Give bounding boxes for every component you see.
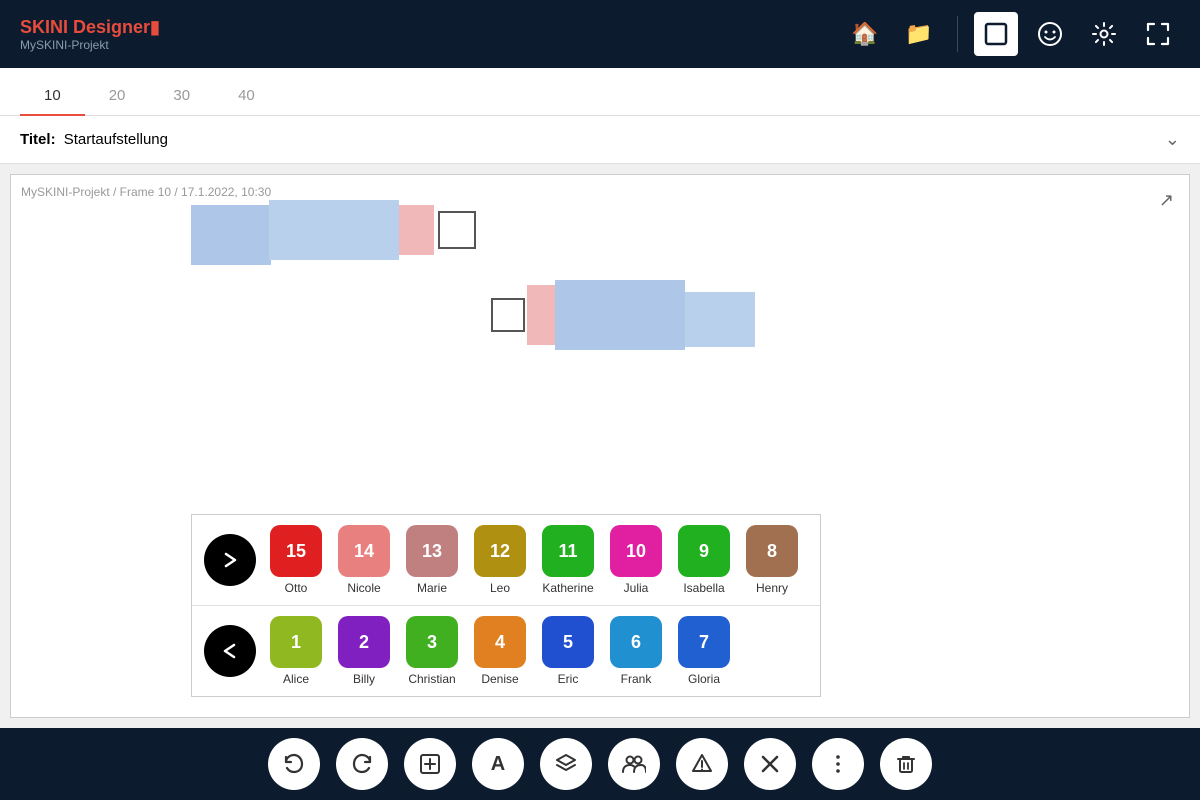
next-page-button[interactable] xyxy=(204,534,256,586)
header-actions: 🏠 📁 xyxy=(843,12,1180,56)
more-button[interactable] xyxy=(812,738,864,790)
player-item-alice[interactable]: 1 Alice xyxy=(266,616,326,686)
shape-blue-xlarge xyxy=(269,200,399,260)
shape-outline-small xyxy=(438,211,476,249)
player-badge: 2 xyxy=(338,616,390,668)
player-panel: 15Otto14Nicole13Marie12Leo11Katherine10J… xyxy=(191,514,821,697)
main-area: MySKINI-Projekt / Frame 10 / 17.1.2022, … xyxy=(0,164,1200,728)
tools-button[interactable] xyxy=(744,738,796,790)
shape-row-1 xyxy=(191,195,476,265)
player-item-henry[interactable]: 8 Henry xyxy=(742,525,802,595)
players-button[interactable] xyxy=(608,738,660,790)
player-item-marie[interactable]: 13 Marie xyxy=(402,525,462,595)
frame-button[interactable] xyxy=(974,12,1018,56)
undo-button[interactable] xyxy=(268,738,320,790)
player-item-denise[interactable]: 4 Denise xyxy=(470,616,530,686)
player-name: Henry xyxy=(756,581,788,595)
player-item-isabella[interactable]: 9 Isabella xyxy=(674,525,734,595)
player-badge: 3 xyxy=(406,616,458,668)
delete-button[interactable] xyxy=(880,738,932,790)
players-list-2: 1 Alice 2 Billy 3 Christian 4 Denise 5 Eric 6 Frank… xyxy=(264,616,736,686)
tab-30[interactable]: 30 xyxy=(149,87,214,116)
shape-blue-large xyxy=(191,205,271,265)
player-badge: 5 xyxy=(542,616,594,668)
player-item-gloria[interactable]: 7 Gloria xyxy=(674,616,734,686)
player-name: Frank xyxy=(621,672,652,686)
player-name: Katherine xyxy=(542,581,593,595)
player-name: Nicole xyxy=(347,581,380,595)
player-badge: 4 xyxy=(474,616,526,668)
app-title: SKINI Designer▮ xyxy=(20,17,160,38)
title-chevron[interactable]: ⌄ xyxy=(1165,129,1180,150)
player-badge: 7 xyxy=(678,616,730,668)
shape-blue-xlarge-2 xyxy=(555,280,685,350)
player-name: Denise xyxy=(481,672,518,686)
player-badge: 10 xyxy=(610,525,662,577)
player-item-katherine[interactable]: 11 Katherine xyxy=(538,525,598,595)
player-name: Leo xyxy=(490,581,510,595)
tab-20[interactable]: 20 xyxy=(85,87,150,116)
player-badge: 14 xyxy=(338,525,390,577)
shape-blue-medium xyxy=(685,292,755,347)
folder-button[interactable]: 📁 xyxy=(897,12,941,56)
player-badge: 9 xyxy=(678,525,730,577)
fullscreen-button[interactable] xyxy=(1136,12,1180,56)
title-bar: Titel: Startaufstellung ⌄ xyxy=(0,116,1200,164)
player-item-christian[interactable]: 3 Christian xyxy=(402,616,462,686)
tab-40[interactable]: 40 xyxy=(214,87,279,116)
player-name: Otto xyxy=(285,581,308,595)
canvas-frame: MySKINI-Projekt / Frame 10 / 17.1.2022, … xyxy=(10,174,1190,718)
player-name: Isabella xyxy=(683,581,724,595)
tabs-bar: 10 20 30 40 xyxy=(0,68,1200,116)
player-item-billy[interactable]: 2 Billy xyxy=(334,616,394,686)
bottom-toolbar: A xyxy=(0,728,1200,800)
add-frame-button[interactable] xyxy=(404,738,456,790)
player-name: Christian xyxy=(408,672,455,686)
shape-pink-small-2 xyxy=(527,285,555,345)
tab-10[interactable]: 10 xyxy=(20,87,85,116)
player-badge: 8 xyxy=(746,525,798,577)
shape-outline-small-2 xyxy=(491,298,525,332)
player-badge: 1 xyxy=(270,616,322,668)
player-name: Marie xyxy=(417,581,447,595)
player-item-frank[interactable]: 6 Frank xyxy=(606,616,666,686)
home-button[interactable]: 🏠 xyxy=(843,12,887,56)
filter-button[interactable] xyxy=(676,738,728,790)
prev-page-button[interactable] xyxy=(204,625,256,677)
player-item-leo[interactable]: 12 Leo xyxy=(470,525,530,595)
player-item-nicole[interactable]: 14 Nicole xyxy=(334,525,394,595)
shape-row-2 xyxy=(491,280,755,350)
title-text: SKINI Designer xyxy=(20,17,150,37)
player-name: Gloria xyxy=(688,672,720,686)
player-name: Billy xyxy=(353,672,375,686)
player-badge: 15 xyxy=(270,525,322,577)
player-badge: 13 xyxy=(406,525,458,577)
player-row-1: 15 Otto 14 Nicole 13 Marie 12 Leo 11 Katherine 10 J… xyxy=(192,515,820,606)
player-item-otto[interactable]: 15 Otto xyxy=(266,525,326,595)
player-badge: 12 xyxy=(474,525,526,577)
app-subtitle: MySKINI-Projekt xyxy=(20,38,160,52)
player-name: Julia xyxy=(624,581,649,595)
header: SKINI Designer▮ MySKINI-Projekt 🏠 📁 xyxy=(0,0,1200,68)
player-item-julia[interactable]: 10 Julia xyxy=(606,525,666,595)
player-name: Eric xyxy=(558,672,579,686)
title-label: Titel: Startaufstellung xyxy=(20,131,168,148)
shape-pink-small xyxy=(399,205,434,255)
face-button[interactable] xyxy=(1028,12,1072,56)
player-row-2: 1 Alice 2 Billy 3 Christian 4 Denise 5 Eric 6 Frank… xyxy=(192,606,820,696)
players-list-1: 15 Otto 14 Nicole 13 Marie 12 Leo 11 Katherine 10 J… xyxy=(264,525,804,595)
brand: SKINI Designer▮ MySKINI-Projekt xyxy=(20,17,160,52)
player-item-eric[interactable]: 5 Eric xyxy=(538,616,598,686)
layers-button[interactable] xyxy=(540,738,592,790)
redo-button[interactable] xyxy=(336,738,388,790)
player-badge: 11 xyxy=(542,525,594,577)
text-button[interactable]: A xyxy=(472,738,524,790)
settings-button[interactable] xyxy=(1082,12,1126,56)
player-name: Alice xyxy=(283,672,309,686)
player-badge: 6 xyxy=(610,616,662,668)
separator xyxy=(957,16,958,52)
